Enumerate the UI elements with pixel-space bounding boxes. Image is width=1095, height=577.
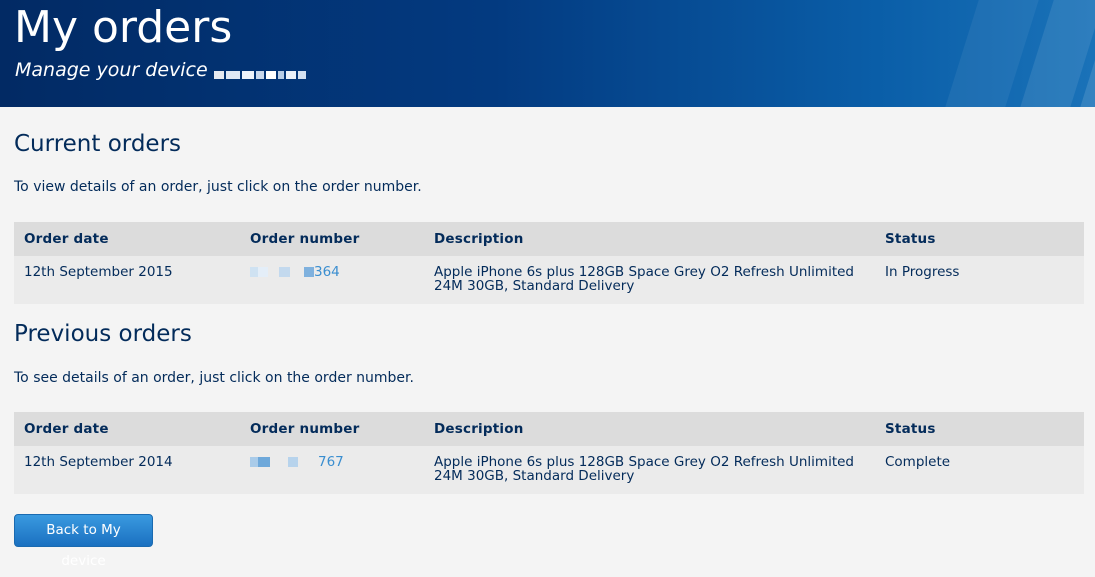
table-row: 12th September 2014 767 Apple iPhone 6s …	[14, 446, 1084, 494]
previous-orders-title: Previous orders	[14, 321, 192, 347]
order-date: 12th September 2015	[24, 264, 173, 280]
previous-orders-table: Order date Order number Description Stat…	[14, 412, 1084, 494]
order-description: Apple iPhone 6s plus 128GB Space Grey O2…	[434, 454, 854, 484]
order-number-link[interactable]: 767	[250, 455, 344, 469]
order-description: Apple iPhone 6s plus 128GB Space Grey O2…	[434, 264, 854, 294]
current-orders-intro: To view details of an order, just click …	[14, 179, 422, 195]
table-row: 12th September 2015 364 Apple iPhone 6s …	[14, 256, 1084, 304]
back-to-my-device-button[interactable]: Back to My device	[14, 514, 153, 569]
order-number-text[interactable]: 364	[314, 264, 340, 280]
column-header-order-date: Order date	[24, 421, 109, 437]
column-header-status: Status	[885, 421, 936, 437]
page-subtitle-text: Manage your device	[15, 59, 208, 81]
current-orders-title: Current orders	[14, 131, 182, 157]
column-header-description: Description	[434, 231, 524, 247]
page-header: My orders Manage your device	[0, 0, 1095, 107]
page-title: My orders	[14, 2, 233, 53]
column-header-order-date: Order date	[24, 231, 109, 247]
redacted-order-number	[250, 457, 258, 467]
order-number-link[interactable]: 364	[250, 265, 340, 279]
column-header-order-number: Order number	[250, 421, 360, 437]
order-status: Complete	[885, 454, 951, 470]
redacted-device-number	[213, 62, 308, 80]
order-number-text[interactable]: 767	[318, 454, 344, 470]
redacted-order-number	[250, 267, 258, 277]
order-status: In Progress	[885, 264, 960, 280]
page-subtitle: Manage your device	[15, 59, 308, 81]
order-date: 12th September 2014	[24, 454, 173, 470]
column-header-description: Description	[434, 421, 524, 437]
column-header-status: Status	[885, 231, 936, 247]
previous-orders-intro: To see details of an order, just click o…	[14, 370, 414, 386]
table-header: Order date Order number Description Stat…	[14, 222, 1084, 256]
current-orders-table: Order date Order number Description Stat…	[14, 222, 1084, 304]
table-header: Order date Order number Description Stat…	[14, 412, 1084, 446]
column-header-order-number: Order number	[250, 231, 360, 247]
header-decoration	[945, 0, 1095, 107]
